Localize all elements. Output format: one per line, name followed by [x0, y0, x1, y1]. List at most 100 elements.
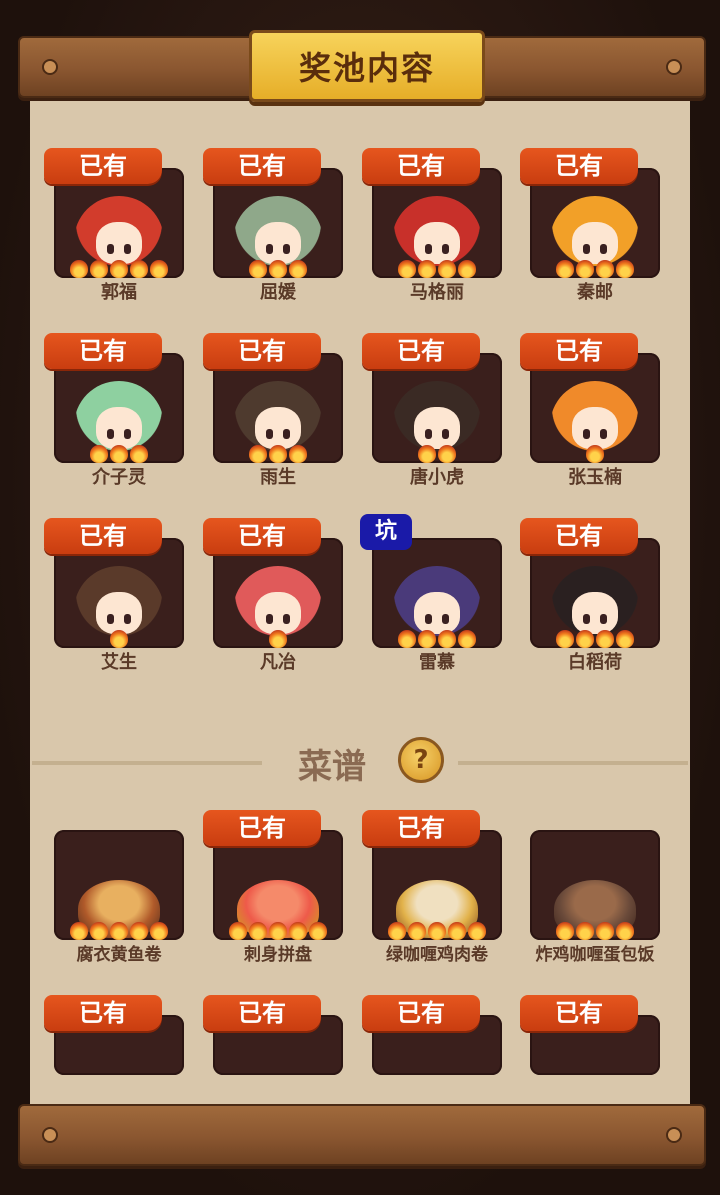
flame-icon	[408, 922, 426, 940]
recipe-card[interactable]: 已有	[203, 995, 343, 1106]
character-card[interactable]: 已有艾生	[44, 518, 184, 673]
character-card[interactable]: 已有凡冶	[203, 518, 343, 673]
character-card[interactable]: 已有 马格丽	[362, 148, 502, 303]
character-card[interactable]: 已有 秦邮	[520, 148, 660, 303]
character-card[interactable]: 已有 郭福	[44, 148, 184, 303]
flame-icon	[596, 260, 614, 278]
help-icon[interactable]: ?	[398, 737, 444, 783]
character-face	[96, 407, 142, 449]
character-face	[414, 222, 460, 264]
eye	[107, 429, 114, 439]
flame-icon	[70, 260, 88, 278]
flame-icon	[576, 922, 594, 940]
flame-icon	[576, 260, 594, 278]
character-card[interactable]: 已有介子灵	[44, 333, 184, 488]
character-face	[414, 592, 460, 634]
character-face	[572, 592, 618, 634]
eye	[266, 429, 273, 439]
recipe-name: 腐衣黄鱼卷	[76, 945, 162, 965]
flame-icon	[90, 260, 108, 278]
eye	[124, 244, 131, 254]
recipes-section-label: 菜谱	[298, 747, 366, 787]
character-name: 郭福	[101, 282, 137, 303]
prize-pool-panel[interactable]: 已有 郭福 已有 屈媛 已有 马格丽 已有 秦邮 已有 介子灵 已有 雨生 已有 唐小虎 已有 张玉楠 已有 艾生…	[30, 92, 690, 1106]
recipe-card[interactable]: 炸鸡咖喱蛋包饭	[530, 810, 660, 965]
recipe-card[interactable]: 已有	[362, 995, 502, 1106]
recipe-card[interactable]: 已有	[520, 995, 660, 1106]
eye	[600, 614, 607, 624]
recipe-name: 刺身拼盘	[244, 945, 312, 965]
eye	[583, 614, 590, 624]
nail-icon	[666, 59, 682, 75]
title-plate: 奖池内容	[249, 30, 485, 102]
flame-icon	[458, 260, 476, 278]
recipe-name: 炸鸡咖喱蛋包饭	[535, 945, 655, 965]
owned-badge: 已有	[362, 995, 480, 1031]
flame-icon	[458, 630, 476, 648]
flame-icon	[229, 922, 247, 940]
eye	[283, 244, 290, 254]
owned-badge: 已有	[44, 333, 162, 369]
flame-icon	[289, 922, 307, 940]
flame-icon	[90, 922, 108, 940]
flame-icon	[438, 445, 456, 463]
flame-icon	[418, 445, 436, 463]
character-card[interactable]: 坑雷慕	[360, 514, 502, 673]
flame-icon	[556, 922, 574, 940]
owned-badge: 已有	[203, 995, 321, 1031]
character-name: 白稻荷	[568, 652, 622, 673]
flame-icon	[150, 922, 168, 940]
flame-icon	[130, 445, 148, 463]
owned-badge: 已有	[203, 333, 321, 369]
character-card[interactable]: 已有 屈媛	[203, 148, 343, 303]
character-card[interactable]: 已有 雨生	[203, 333, 343, 488]
eye	[442, 244, 449, 254]
flame-icon	[269, 922, 287, 940]
recipe-card[interactable]: 腐衣黄鱼卷	[54, 810, 184, 965]
character-name: 屈媛	[260, 282, 296, 303]
character-face	[572, 222, 618, 264]
recipe-card[interactable]: 已有 绿咖喱鸡肉卷	[362, 810, 502, 965]
flame-icon	[428, 922, 446, 940]
recipe-card[interactable]: 已有 刺身拼盘	[203, 810, 343, 965]
character-name: 艾生	[101, 652, 137, 673]
flame-icon	[418, 260, 436, 278]
flame-icon	[289, 260, 307, 278]
owned-badge: 已有	[44, 518, 162, 554]
character-name: 凡冶	[260, 652, 296, 673]
character-name: 介子灵	[92, 467, 146, 488]
flame-icon	[110, 922, 128, 940]
flame-icon	[596, 922, 614, 940]
flame-icon	[150, 260, 168, 278]
character-name: 张玉楠	[568, 467, 622, 488]
flame-icon	[616, 630, 634, 648]
owned-badge: 已有	[362, 810, 480, 846]
eye	[583, 429, 590, 439]
eye	[124, 429, 131, 439]
character-name: 唐小虎	[410, 467, 464, 488]
eye	[107, 244, 114, 254]
eye	[425, 614, 432, 624]
character-face	[572, 407, 618, 449]
flame-icon	[448, 922, 466, 940]
flame-icon	[269, 445, 287, 463]
flame-icon	[596, 630, 614, 648]
flame-icon	[70, 922, 88, 940]
flame-icon	[269, 260, 287, 278]
character-card[interactable]: 已有 白稻荷	[520, 518, 660, 673]
owned-badge: 已有	[520, 995, 638, 1031]
nail-icon	[666, 1127, 682, 1143]
flame-icon	[130, 922, 148, 940]
owned-badge: 已有	[362, 333, 480, 369]
owned-badge: 已有	[203, 518, 321, 554]
flame-icon	[616, 260, 634, 278]
recipe-card[interactable]: 已有	[44, 995, 184, 1106]
flame-icon	[576, 630, 594, 648]
flame-icon	[249, 445, 267, 463]
character-card[interactable]: 已有唐小虎	[362, 333, 502, 488]
eye	[583, 244, 590, 254]
flame-icon	[438, 630, 456, 648]
flame-icon	[110, 445, 128, 463]
character-name: 秦邮	[577, 282, 613, 303]
character-card[interactable]: 已有 张玉楠	[520, 333, 660, 488]
